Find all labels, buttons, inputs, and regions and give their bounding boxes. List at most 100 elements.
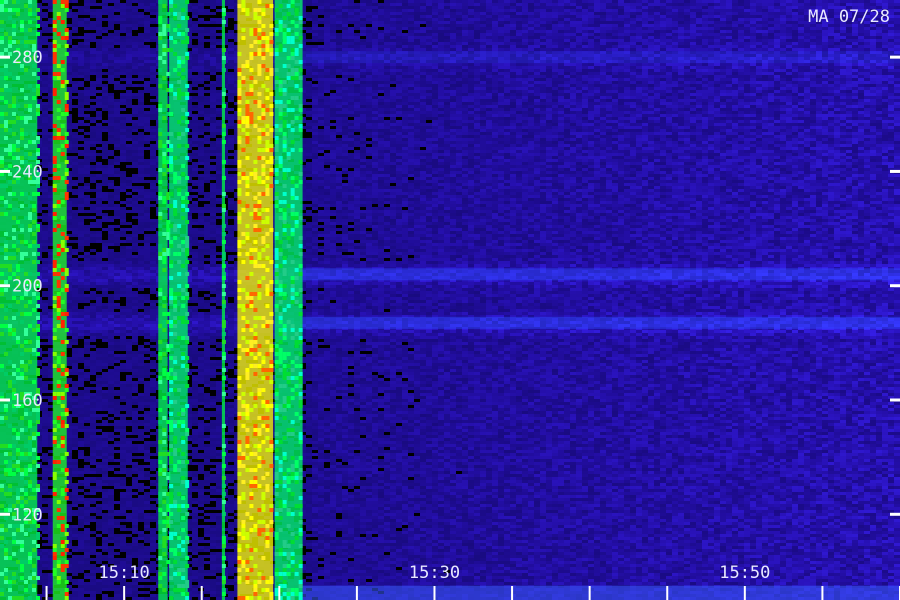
heat-cell (510, 15, 516, 18)
heat-cell (72, 72, 78, 75)
heat-cell (744, 90, 750, 93)
heat-cell (354, 48, 360, 51)
heat-cell (528, 84, 534, 87)
heat-cell (432, 87, 438, 90)
heat-cell (126, 27, 132, 30)
heat-cell (594, 75, 600, 78)
heat-cell (648, 27, 654, 30)
heat-cell (618, 96, 624, 99)
heat-cell (864, 33, 870, 36)
heat-cell (366, 36, 372, 39)
heat-cell (420, 33, 426, 36)
heat-cell (504, 93, 510, 96)
heat-cell (690, 48, 696, 51)
heat-cell (726, 6, 732, 9)
heat-cell (558, 15, 564, 18)
heat-cell (762, 99, 768, 102)
heat-cell (570, 66, 576, 69)
heat-cell (744, 39, 750, 42)
heat-cell (642, 66, 648, 69)
heat-cell (492, 9, 498, 12)
heat-cell (498, 99, 504, 102)
heat-cell (678, 3, 684, 6)
heat-cell (84, 21, 90, 24)
heat-cell (510, 12, 516, 15)
heat-cell (456, 36, 462, 39)
heat-cell (204, 99, 210, 102)
heat-cell (732, 36, 738, 39)
heat-cell (456, 69, 462, 72)
heat-cell (120, 48, 126, 51)
heat-cell (498, 3, 504, 6)
heat-cell (126, 6, 132, 9)
heat-cell (504, 105, 510, 108)
heat-cell (432, 96, 438, 99)
heat-cell (468, 69, 474, 72)
heat-cell (582, 96, 588, 99)
heat-cell (504, 33, 510, 36)
heat-cell (534, 81, 540, 84)
heat-cell (492, 69, 498, 72)
heat-cell (312, 78, 318, 81)
heat-cell (468, 93, 474, 96)
heat-cell (390, 3, 396, 6)
heat-cell (720, 42, 726, 45)
heat-cell (798, 39, 804, 42)
heat-cell (642, 102, 648, 105)
heat-cell (330, 69, 336, 72)
heat-cell (102, 84, 108, 87)
heat-cell (492, 81, 498, 84)
heat-cell (132, 48, 138, 51)
heat-cell (552, 15, 558, 18)
heat-cell (204, 66, 210, 69)
heat-cell (582, 72, 588, 75)
heat-cell (696, 3, 702, 6)
heat-cell (564, 45, 570, 48)
heat-cell (576, 30, 582, 33)
heat-cell (564, 72, 570, 75)
heat-cell (654, 93, 660, 96)
heat-cell (768, 15, 774, 18)
heat-cell (342, 15, 348, 18)
heat-cell (474, 12, 480, 15)
heat-cell (888, 99, 894, 102)
heat-cell (780, 27, 786, 30)
heat-cell (210, 36, 216, 39)
heat-cell (366, 72, 372, 75)
heat-cell (552, 72, 558, 75)
heat-cell (666, 66, 672, 69)
heat-cell (684, 69, 690, 72)
heat-cell (888, 93, 894, 96)
heat-cell (78, 75, 84, 78)
heat-cell (354, 78, 360, 81)
heat-cell (444, 21, 450, 24)
heat-cell (684, 81, 690, 84)
heat-cell (642, 96, 648, 99)
heat-cell (90, 15, 96, 18)
heat-cell (228, 48, 234, 51)
heat-cell (480, 0, 486, 3)
heat-cell (318, 90, 324, 93)
heat-cell (486, 63, 492, 66)
heat-cell (84, 39, 90, 42)
heat-cell (672, 36, 678, 39)
heat-cell (468, 39, 474, 42)
heat-cell (390, 90, 396, 93)
heat-cell (204, 27, 210, 30)
heat-cell (474, 0, 480, 3)
heat-cell (702, 90, 708, 93)
heat-cell (714, 69, 720, 72)
heat-cell (792, 24, 798, 27)
heat-cell (870, 3, 876, 6)
heat-cell (462, 78, 468, 81)
heat-cell (210, 51, 216, 54)
heat-cell (312, 102, 318, 105)
heat-cell (84, 87, 90, 90)
heat-cell (438, 102, 444, 105)
heat-cell (384, 48, 390, 51)
heat-cell (666, 99, 672, 102)
heat-cell (672, 96, 678, 99)
heat-cell (612, 75, 618, 78)
heat-cell (786, 78, 792, 81)
heat-cell (540, 72, 546, 75)
